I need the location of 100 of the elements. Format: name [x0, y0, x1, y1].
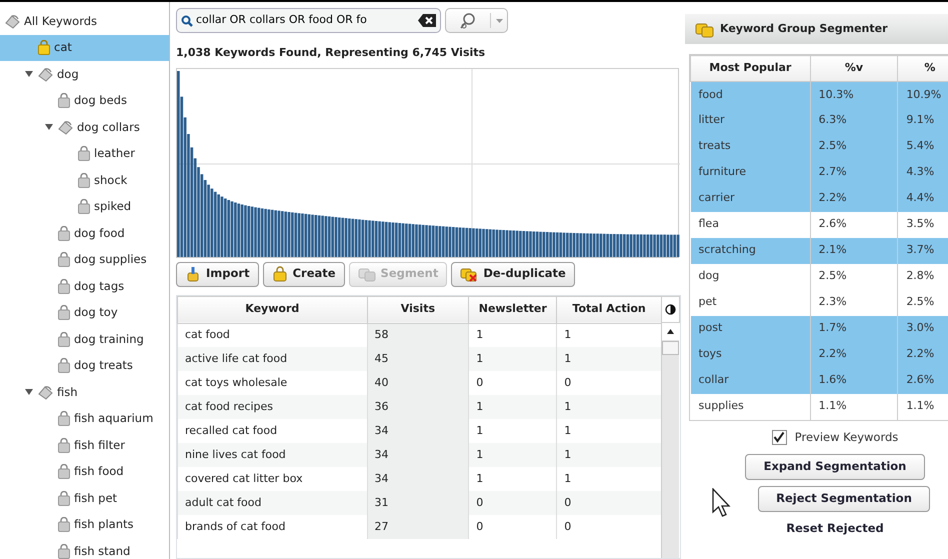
- tree-item[interactable]: leather: [0, 140, 169, 167]
- search-field[interactable]: collar OR collars OR food OR fo: [176, 8, 441, 33]
- table-cell: active life cat food: [178, 347, 368, 371]
- checkbox-label: Preview Keywords: [794, 428, 898, 446]
- table-cell[interactable]: 2.2%: [810, 186, 898, 212]
- column-header[interactable]: %v: [810, 56, 898, 82]
- tree-item[interactable]: dog food: [0, 220, 169, 246]
- toolbar-button[interactable]: Create: [262, 262, 345, 286]
- table-cell[interactable]: 1.7%: [810, 316, 898, 342]
- summary-text: 1,038 Keywords Found, Representing 6,745 Visits: [176, 45, 486, 61]
- table-cell: 1: [556, 443, 662, 467]
- bags-delete-icon: [460, 266, 478, 282]
- table-cell[interactable]: 2.2%: [898, 342, 948, 368]
- reject-segmentation-button[interactable]: Reject Segmentation: [758, 486, 930, 512]
- tree-item[interactable]: fish filter: [0, 432, 169, 458]
- table-cell[interactable]: 9.1%: [898, 108, 948, 134]
- magnifier-icon: [459, 12, 477, 30]
- table-cell: 1: [556, 347, 662, 371]
- table-cell[interactable]: supplies: [690, 394, 810, 420]
- column-header[interactable]: Total Action: [556, 296, 662, 323]
- table-cell[interactable]: 1.1%: [810, 394, 898, 420]
- table-cell: 58: [367, 323, 469, 347]
- table-cell[interactable]: carrier: [690, 186, 810, 212]
- table-cell: 27: [367, 515, 469, 539]
- table-cell: 34: [367, 419, 469, 443]
- tree-item[interactable]: cat: [0, 34, 169, 61]
- toolbar-button[interactable]: Import: [176, 262, 259, 286]
- tree-item[interactable]: dog tags: [0, 273, 169, 300]
- table-cell[interactable]: 10.9%: [898, 82, 948, 108]
- tree-item[interactable]: fish pet: [0, 485, 169, 512]
- clear-icon[interactable]: [418, 14, 436, 27]
- table-cell: 34: [367, 443, 469, 467]
- expand-segmentation-button[interactable]: Expand Segmentation: [745, 454, 925, 480]
- table-cell: 0: [468, 491, 557, 515]
- table-cell[interactable]: 2.1%: [810, 238, 898, 264]
- table-cell[interactable]: litter: [690, 108, 810, 134]
- bags-icon: [358, 266, 376, 282]
- tree-item[interactable]: shock: [0, 167, 169, 194]
- table-cell[interactable]: 2.6%: [898, 368, 948, 394]
- tree-item[interactable]: dog training: [0, 326, 169, 352]
- tree-item[interactable]: fish food: [0, 458, 169, 485]
- tree-item[interactable]: fish plants: [0, 512, 169, 538]
- table-cell: 0: [468, 515, 557, 539]
- table-cell[interactable]: 4.4%: [898, 186, 948, 212]
- table-cell[interactable]: 5.4%: [898, 134, 948, 160]
- column-header[interactable]: Most Popular: [690, 56, 810, 82]
- table-cell[interactable]: 3.7%: [898, 238, 948, 264]
- table-cell[interactable]: 2.2%: [810, 342, 898, 368]
- table-cell[interactable]: furniture: [690, 160, 810, 186]
- tree-item[interactable]: dog supplies: [0, 246, 169, 273]
- column-header[interactable]: %: [898, 56, 948, 82]
- tree-item[interactable]: fish: [0, 379, 169, 406]
- table-cell[interactable]: food: [690, 82, 810, 108]
- scroll-up-icon[interactable]: [662, 322, 680, 340]
- tree-item[interactable]: All Keywords: [0, 8, 169, 34]
- reset-rejected-link[interactable]: Reset Rejected: [786, 520, 884, 537]
- scroll-thumb[interactable]: [662, 340, 680, 354]
- table-cell[interactable]: 2.7%: [810, 160, 898, 186]
- table-cell: 0: [556, 491, 662, 515]
- expanded-arrow-icon[interactable]: [45, 123, 53, 132]
- table-cell[interactable]: 2.8%: [898, 264, 948, 290]
- tree-item[interactable]: dog beds: [0, 88, 169, 114]
- table-cell: 45: [367, 347, 469, 371]
- table-cell[interactable]: 2.5%: [810, 264, 898, 290]
- preview-checkbox[interactable]: [772, 430, 787, 445]
- bucket-icon: [37, 384, 54, 400]
- tree-item[interactable]: fish stand: [0, 538, 169, 559]
- table-cell[interactable]: collar: [690, 368, 810, 394]
- column-header[interactable]: Visits: [367, 296, 469, 323]
- table-cell[interactable]: toys: [690, 342, 810, 368]
- table-cell[interactable]: post: [690, 316, 810, 342]
- column-picker-icon[interactable]: [665, 304, 676, 314]
- expanded-arrow-icon[interactable]: [25, 70, 33, 78]
- expanded-arrow-icon[interactable]: [25, 388, 33, 396]
- tree-item[interactable]: dog treats: [0, 352, 169, 379]
- caret-icon: [496, 18, 502, 22]
- table-cell[interactable]: dog: [690, 264, 810, 290]
- column-header[interactable]: Keyword: [178, 296, 368, 323]
- table-cell[interactable]: 3.0%: [898, 316, 948, 342]
- table-cell[interactable]: 10.3%: [810, 82, 898, 108]
- table-cell[interactable]: 6.3%: [810, 108, 898, 134]
- tree-item[interactable]: fish aquarium: [0, 406, 169, 432]
- table-cell: nine lives cat food: [178, 443, 368, 467]
- table-cell[interactable]: scratching: [690, 238, 810, 264]
- toolbar-button[interactable]: De-duplicate: [451, 262, 575, 286]
- table-cell[interactable]: 1.1%: [898, 394, 948, 420]
- table-cell[interactable]: treats: [690, 134, 810, 160]
- table-cell[interactable]: 2.5%: [810, 134, 898, 160]
- table-cell: 31: [367, 491, 469, 515]
- table-cell[interactable]: 1.6%: [810, 368, 898, 394]
- tree-item[interactable]: dog: [0, 61, 169, 88]
- bucket-icon: [4, 14, 21, 29]
- tree-item[interactable]: dog toy: [0, 300, 169, 326]
- tree-item[interactable]: spiked: [0, 194, 169, 220]
- table-cell[interactable]: 4.3%: [898, 160, 948, 186]
- column-header[interactable]: Newsletter: [468, 296, 557, 323]
- tree-item[interactable]: dog collars: [0, 114, 169, 140]
- scrollbar[interactable]: [661, 322, 680, 558]
- bucket-icon: [37, 66, 54, 82]
- table-cell: 1: [468, 443, 557, 467]
